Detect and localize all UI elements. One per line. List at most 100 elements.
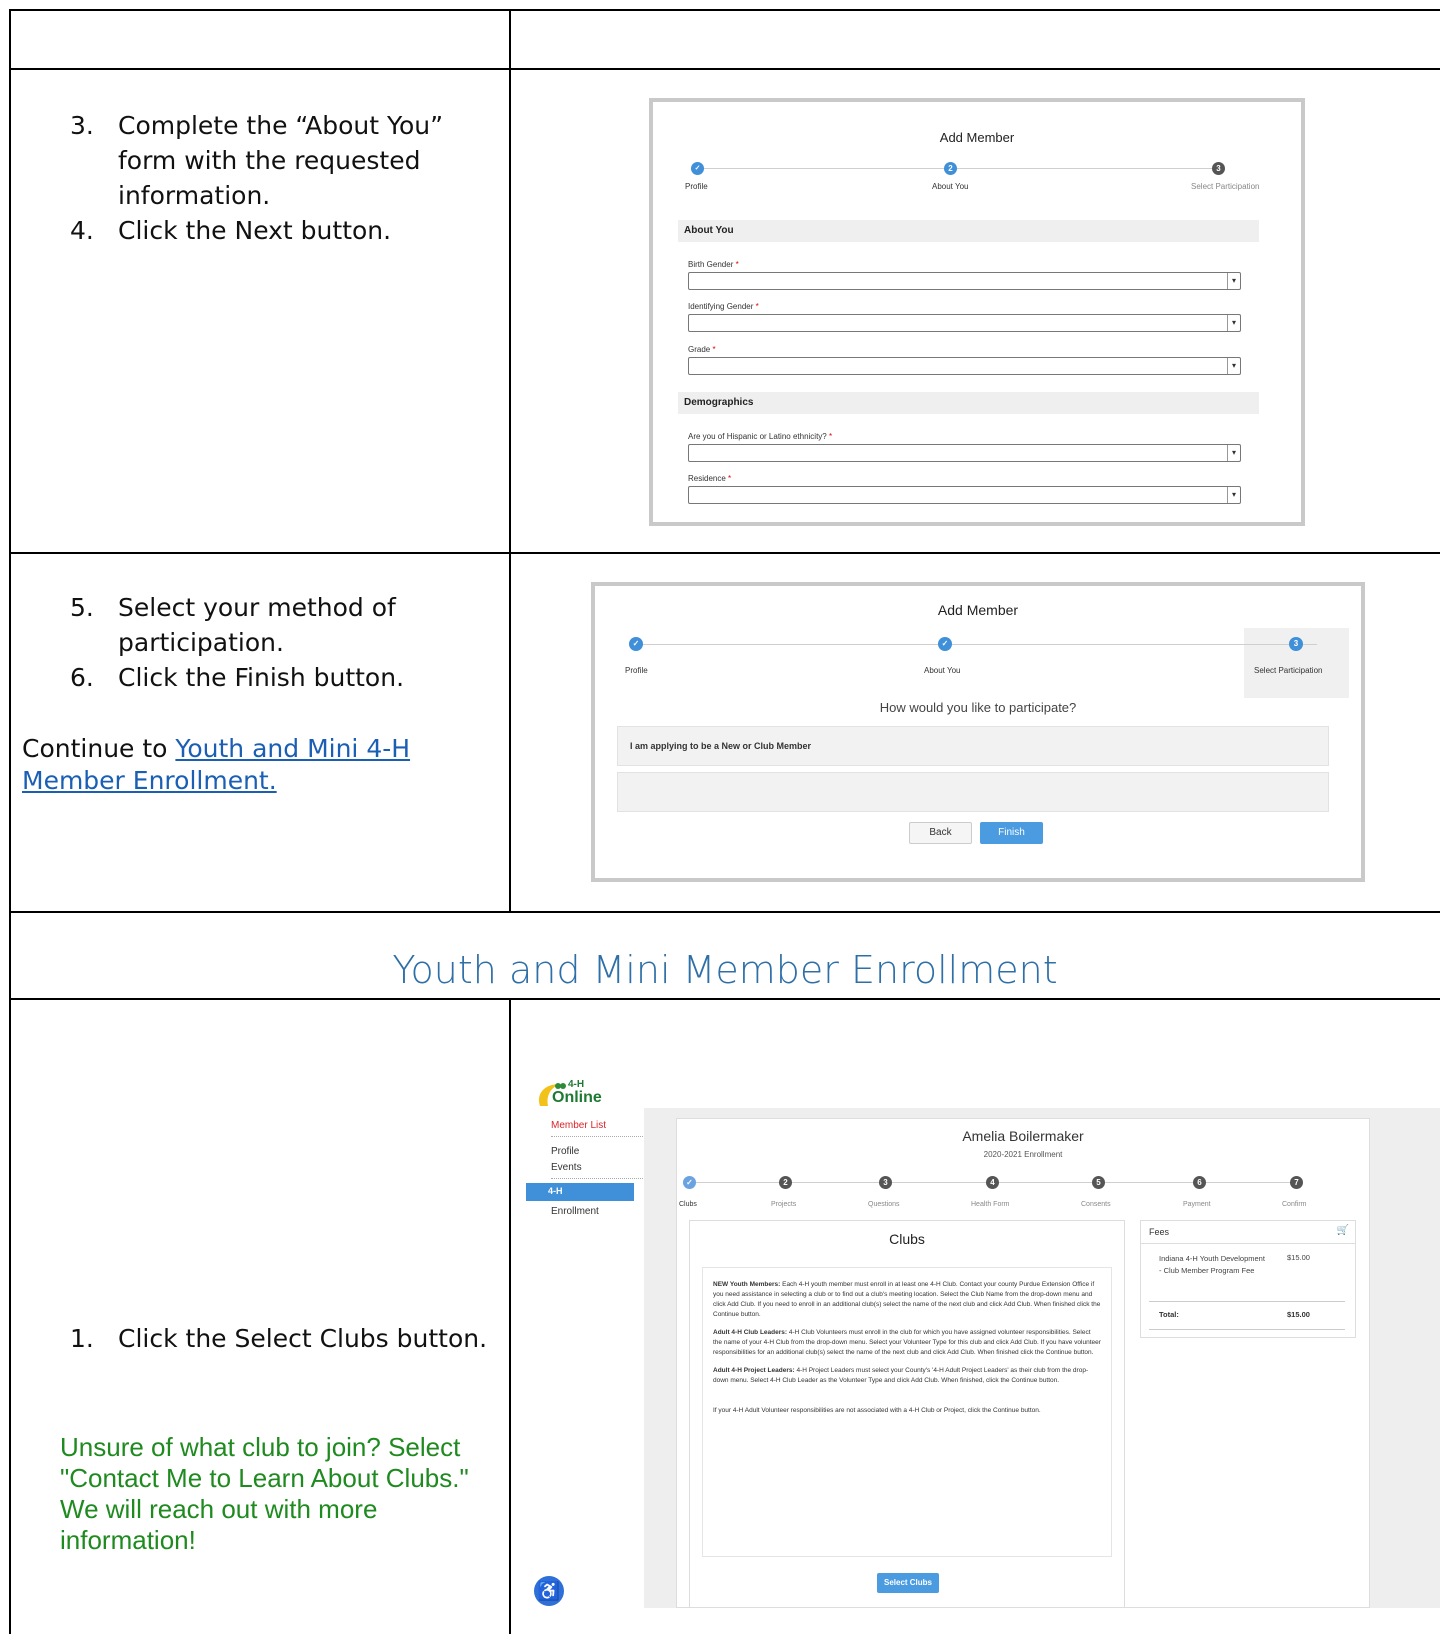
step-label-health-form: Health Form [971, 1201, 1010, 1208]
cart-icon: 🛒 [1336, 1225, 1349, 1236]
document-page: 3. Complete the “About You” form with the… [0, 0, 1440, 1634]
form-title: Add Member [939, 130, 1015, 145]
step-questions: 3 [879, 1176, 892, 1189]
sidebar: Member List Profile Events 4-H Enrollmen… [526, 1080, 645, 1608]
about-you-form-screenshot: Add Member ✓ 2 3 Profile About You Selec… [649, 98, 1305, 526]
sidebar-item-events[interactable]: Events [551, 1162, 582, 1173]
list-item: 4. Click the Next button. [70, 216, 392, 245]
residence-label: Residence * [688, 474, 732, 483]
about-you-header: About You [678, 220, 1259, 242]
chevron-down-icon: ▾ [1227, 487, 1240, 503]
fees-panel: Fees 🛒 Indiana 4-H Youth Development - C… [1140, 1220, 1356, 1338]
fee-amount: $15.00 [1287, 1253, 1310, 1262]
table-border-top [9, 9, 1440, 11]
step-label-payment: Payment [1183, 1201, 1211, 1208]
identifying-gender-select[interactable]: ▾ [688, 314, 1241, 332]
total-label: Total: [1159, 1310, 1179, 1319]
step-done-profile: ✓ [629, 637, 643, 651]
table-row-line-2 [9, 552, 1440, 554]
option-new-or-club-member[interactable]: I am applying to be a New or Club Member [617, 726, 1329, 766]
hispanic-latino-label: Are you of Hispanic or Latino ethnicity?… [688, 432, 833, 441]
chevron-down-icon: ▾ [1227, 315, 1240, 331]
club-help-note: Unsure of what club to join? Select "Con… [60, 1432, 469, 1555]
total-amount: $15.00 [1287, 1310, 1310, 1319]
step-done-about-you: ✓ [938, 637, 952, 651]
clubs-panel: Clubs NEW Youth Members: Each 4-H youth … [689, 1220, 1125, 1608]
paragraph-project-leaders: Adult 4-H Project Leaders: 4-H Project L… [713, 1367, 1089, 1384]
chevron-down-icon: ▾ [1227, 445, 1240, 461]
option-empty[interactable] [617, 772, 1329, 812]
step-select-participation: 3 [1289, 637, 1303, 651]
table-row-line-1 [9, 68, 1440, 70]
participation-screenshot: Add Member ✓ ✓ 3 Profile About You Selec… [591, 582, 1365, 882]
sidebar-item-enrollment[interactable]: Enrollment [551, 1206, 599, 1217]
list-item: 5. Select your method of participation. [70, 593, 396, 657]
fees-divider [1149, 1301, 1345, 1302]
step-label-consents: Consents [1081, 1201, 1111, 1208]
clubs-instructions: NEW Youth Members: Each 4-H youth member… [702, 1267, 1112, 1557]
step-consents: 5 [1092, 1176, 1105, 1189]
sidebar-divider [551, 1178, 645, 1179]
step-label-profile: Profile [685, 182, 708, 191]
fees-divider [1141, 1243, 1355, 1244]
table-border-left [9, 9, 11, 1634]
step-label-confirm: Confirm [1282, 1201, 1307, 1208]
step-select-participation: 3 [1212, 162, 1225, 175]
step-about-you: 2 [944, 162, 957, 175]
section-heading: Youth and Mini Member Enrollment [392, 948, 1058, 992]
fees-title: Fees [1149, 1227, 1170, 1237]
residence-select[interactable]: ▾ [688, 486, 1241, 504]
paragraph-club-leaders: Adult 4-H Club Leaders: 4-H Club Volunte… [713, 1329, 1101, 1356]
continue-note: Continue to Youth and Mini 4-H Member En… [22, 734, 411, 795]
instructions-about-you: 3. Complete the “About You” form with the… [70, 108, 480, 248]
table-row-line-4 [9, 998, 1440, 1000]
grade-label: Grade * [688, 345, 716, 354]
sidebar-item-profile[interactable]: Profile [551, 1146, 579, 1157]
list-item: 3. Complete the “About You” form with the… [70, 111, 444, 210]
step-label-about-you: About You [932, 182, 969, 191]
identifying-gender-label: Identifying Gender * [688, 302, 759, 311]
step-done-profile: ✓ [691, 162, 704, 175]
step-label-profile: Profile [625, 666, 648, 675]
step-label-select-participation: Select Participation [1191, 182, 1260, 191]
chevron-down-icon: ▾ [1227, 358, 1240, 374]
step-confirm: 7 [1290, 1176, 1303, 1189]
demographics-header: Demographics [678, 392, 1259, 414]
step-label-about-you: About You [924, 666, 961, 675]
member-name: Amelia Boilermaker [962, 1128, 1084, 1144]
participation-question: How would you like to participate? [879, 700, 1077, 715]
grade-select[interactable]: ▾ [688, 357, 1241, 375]
back-button[interactable]: Back [909, 822, 972, 844]
table-row-line-3 [9, 911, 1440, 913]
list-item: 6. Click the Finish button. [70, 663, 405, 692]
step-projects: 2 [779, 1176, 792, 1189]
sidebar-item-4h[interactable]: 4-H [526, 1183, 634, 1201]
accessibility-icon[interactable]: ♿ [534, 1576, 564, 1606]
table-divider-vertical-2 [509, 998, 511, 1634]
select-clubs-button[interactable]: Select Clubs [877, 1573, 939, 1593]
stepper-line [699, 168, 1223, 169]
step-health-form: 4 [986, 1176, 999, 1189]
birth-gender-label: Birth Gender * [688, 260, 739, 269]
paragraph-new-youth: NEW Youth Members: Each 4-H youth member… [713, 1281, 1101, 1318]
birth-gender-select[interactable]: ▾ [688, 272, 1241, 290]
instructions-participation: 5. Select your method of participation. 6… [70, 590, 480, 695]
sidebar-item-member-list[interactable]: Member List [551, 1120, 606, 1131]
enrollment-year: 2020-2021 Enrollment [983, 1150, 1063, 1159]
instructions-select-clubs: 1. Click the Select Clubs button. [70, 1321, 490, 1356]
step-payment: 6 [1193, 1176, 1206, 1189]
finish-button[interactable]: Finish [980, 822, 1043, 844]
form-title: Add Member [937, 602, 1019, 618]
step-label-questions: Questions [868, 1201, 900, 1208]
clubs-title: Clubs [889, 1231, 925, 1247]
fee-item: Indiana 4-H Youth Development - Club Mem… [1159, 1254, 1265, 1275]
stepper-line [637, 644, 1317, 645]
enrollment-screenshot: 4-H Online Member List Profile Events 4-… [526, 1080, 1440, 1608]
step-clubs: ✓ [683, 1176, 696, 1189]
hispanic-latino-select[interactable]: ▾ [688, 444, 1241, 462]
step-label-clubs: Clubs [679, 1201, 697, 1208]
step-label-select-participation: Select Participation [1254, 666, 1323, 675]
list-item: 1. Click the Select Clubs button. [70, 1324, 488, 1353]
table-divider-vertical-1 [509, 9, 511, 913]
paragraph-continue: If your 4-H Adult Volunteer responsibili… [713, 1407, 1041, 1414]
